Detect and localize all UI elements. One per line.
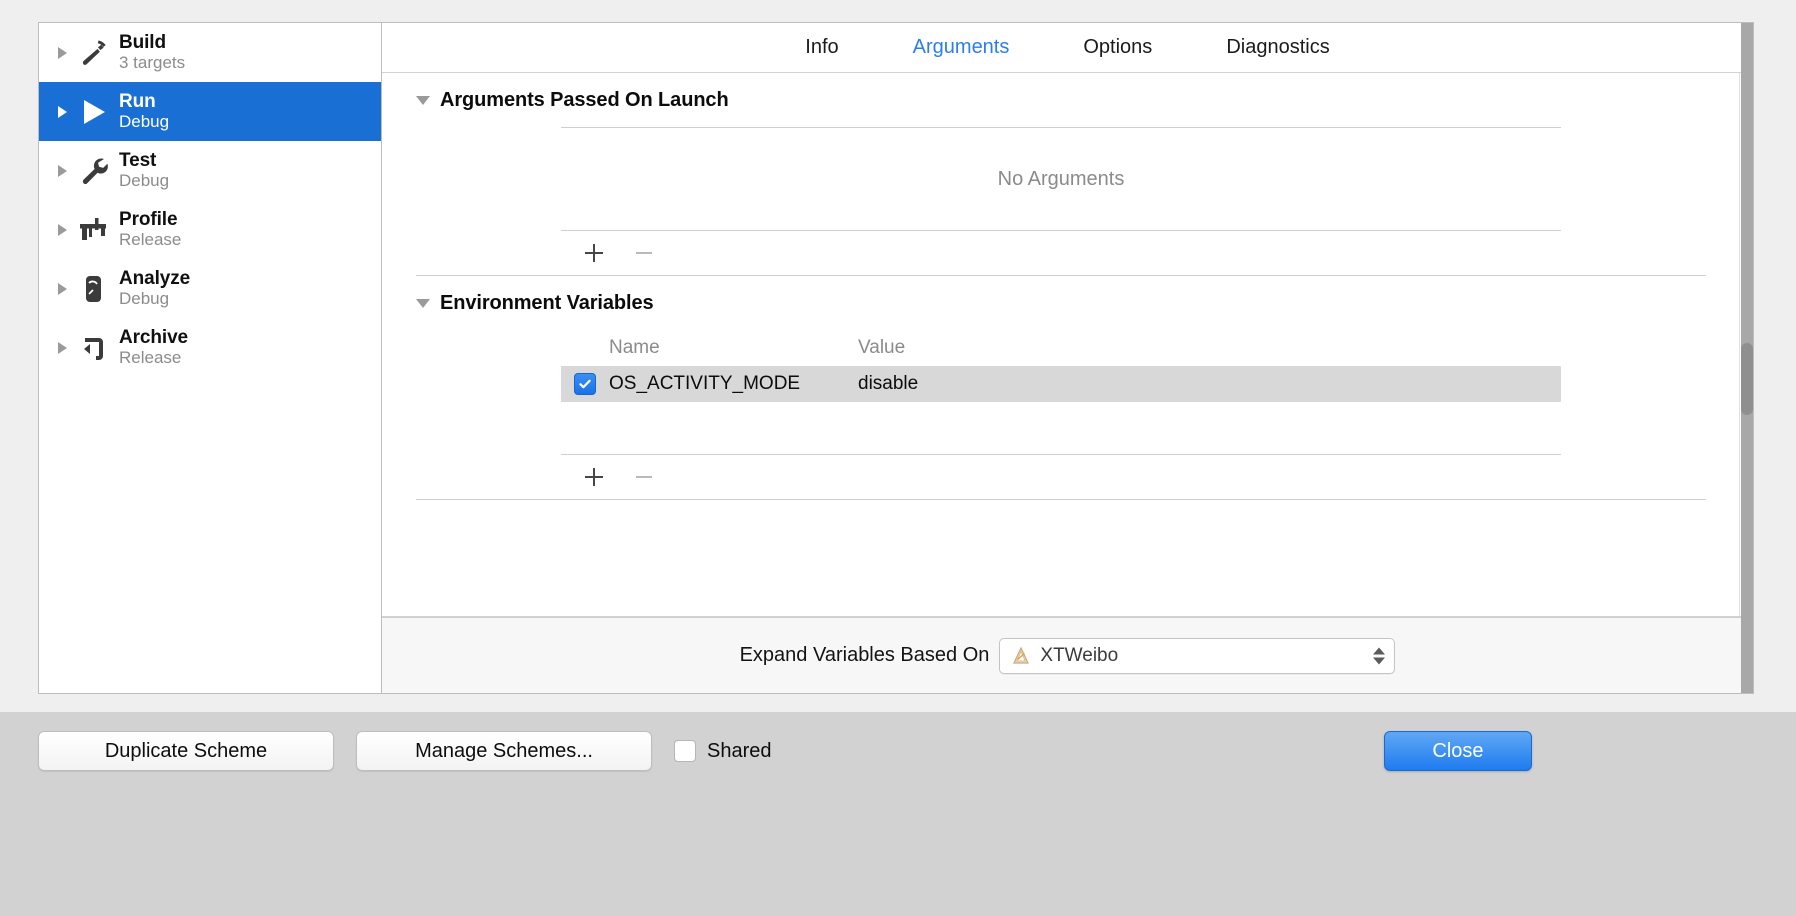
- sidebar-item-build-title: Build: [119, 32, 166, 53]
- table-row[interactable]: OS_ACTIVITY_MODE disable: [561, 366, 1561, 402]
- duplicate-scheme-button[interactable]: Duplicate Scheme: [38, 731, 334, 771]
- column-header-name: Name: [561, 337, 858, 359]
- environment-section-header[interactable]: Environment Variables: [416, 276, 1739, 330]
- environment-table-header: Name Value: [561, 330, 1561, 366]
- manage-schemes-button[interactable]: Manage Schemes...: [356, 731, 652, 771]
- sidebar-item-run-title: Run: [119, 91, 156, 112]
- caliper-icon: [73, 210, 113, 250]
- sidebar-item-analyze-subtitle: Debug: [119, 289, 169, 308]
- disclosure-triangle-icon[interactable]: [51, 47, 73, 59]
- tab-info[interactable]: Info: [801, 34, 842, 61]
- window-edge-chrome: [1741, 23, 1753, 694]
- tab-diagnostics[interactable]: Diagnostics: [1222, 34, 1333, 61]
- sidebar-item-test-title: Test: [119, 150, 156, 171]
- sidebar-item-analyze-title: Analyze: [119, 268, 190, 289]
- tab-options[interactable]: Options: [1079, 34, 1156, 61]
- env-enabled-checkbox[interactable]: [574, 373, 596, 395]
- environment-list[interactable]: OS_ACTIVITY_MODE disable: [561, 366, 1561, 499]
- chevron-updown-icon[interactable]: [1373, 647, 1385, 664]
- arguments-add-remove-bar[interactable]: [561, 231, 1561, 275]
- sidebar-item-profile-text: Profile Release: [119, 209, 181, 250]
- sidebar-item-run[interactable]: Run Debug: [39, 82, 381, 141]
- expand-variables-selected-target: XTWeibo: [1040, 645, 1118, 667]
- scheme-editor-panel: Build 3 targets Run Debug: [38, 22, 1754, 694]
- disclosure-triangle-icon[interactable]: [51, 283, 73, 295]
- add-environment-variable-button[interactable]: [581, 464, 607, 490]
- scheme-phase-sidebar[interactable]: Build 3 targets Run Debug: [39, 23, 382, 693]
- sidebar-item-profile-title: Profile: [119, 209, 177, 230]
- shared-checkbox-group[interactable]: Shared: [674, 731, 772, 771]
- dialog-footer-bar: Duplicate Scheme Manage Schemes... Share…: [0, 712, 1796, 916]
- shared-checkbox[interactable]: [674, 740, 696, 762]
- environment-add-remove-bar[interactable]: [561, 455, 1561, 499]
- remove-argument-button[interactable]: [631, 240, 657, 266]
- sidebar-item-archive-title: Archive: [119, 327, 188, 348]
- expand-variables-popup-button[interactable]: XTWeibo: [999, 638, 1395, 674]
- sidebar-item-run-subtitle: Debug: [119, 112, 169, 131]
- shared-label: Shared: [707, 740, 772, 763]
- arguments-empty-placeholder: No Arguments: [561, 128, 1561, 230]
- chevron-down-icon[interactable]: [416, 96, 430, 105]
- detail-tab-bar[interactable]: Info Arguments Options Diagnostics: [382, 23, 1753, 73]
- sidebar-item-archive-subtitle: Release: [119, 348, 181, 367]
- sidebar-item-archive[interactable]: Archive Release: [39, 318, 381, 377]
- arguments-section-title: Arguments Passed On Launch: [440, 89, 729, 112]
- remove-environment-variable-button[interactable]: [631, 464, 657, 490]
- sidebar-item-test-text: Test Debug: [119, 150, 169, 191]
- sidebar-item-profile[interactable]: Profile Release: [39, 200, 381, 259]
- column-header-value: Value: [858, 337, 905, 359]
- sidebar-item-run-text: Run Debug: [119, 91, 169, 132]
- sidebar-item-build-text: Build 3 targets: [119, 32, 185, 73]
- sidebar-item-archive-text: Archive Release: [119, 327, 188, 368]
- hammer-icon: [73, 33, 113, 73]
- disclosure-triangle-icon[interactable]: [51, 224, 73, 236]
- sidebar-item-test-subtitle: Debug: [119, 171, 169, 190]
- scheme-editor-sheet: Build 3 targets Run Debug: [0, 0, 1796, 916]
- sidebar-item-test[interactable]: Test Debug: [39, 141, 381, 200]
- window-edge-scroll-thumb[interactable]: [1741, 343, 1753, 415]
- env-enabled-checkbox-cell[interactable]: [561, 373, 609, 395]
- sidebar-item-profile-subtitle: Release: [119, 230, 181, 249]
- arguments-list[interactable]: No Arguments: [561, 127, 1561, 275]
- play-icon: [73, 92, 113, 132]
- close-button[interactable]: Close: [1384, 731, 1532, 771]
- archive-icon: [73, 328, 113, 368]
- arguments-scroll-area: Arguments Passed On Launch No Arguments: [382, 73, 1753, 617]
- tab-arguments[interactable]: Arguments: [909, 34, 1014, 61]
- scheme-detail-pane: Info Arguments Options Diagnostics Argum…: [382, 23, 1753, 693]
- env-variable-name[interactable]: OS_ACTIVITY_MODE: [609, 373, 858, 395]
- env-list-empty-space: [561, 402, 1561, 454]
- wrench-icon: [73, 151, 113, 191]
- env-variable-value[interactable]: disable: [858, 373, 918, 395]
- add-argument-button[interactable]: [581, 240, 607, 266]
- sidebar-item-analyze[interactable]: Analyze Debug: [39, 259, 381, 318]
- environment-variables-section: Environment Variables Name Value: [382, 276, 1739, 499]
- sidebar-item-build-subtitle: 3 targets: [119, 53, 185, 72]
- sidebar-item-build[interactable]: Build 3 targets: [39, 23, 381, 82]
- expand-variables-bar: Expand Variables Based On XTWeibo: [382, 617, 1753, 693]
- chevron-down-icon[interactable]: [416, 299, 430, 308]
- disclosure-triangle-icon[interactable]: [51, 165, 73, 177]
- sidebar-item-analyze-text: Analyze Debug: [119, 268, 190, 309]
- environment-section-title: Environment Variables: [440, 292, 654, 315]
- arguments-section-header[interactable]: Arguments Passed On Launch: [416, 73, 1739, 127]
- arguments-passed-on-launch-section: Arguments Passed On Launch No Arguments: [382, 73, 1739, 275]
- expand-variables-label: Expand Variables Based On: [740, 644, 990, 667]
- disclosure-triangle-icon[interactable]: [51, 106, 73, 118]
- target-icon: [1010, 645, 1036, 667]
- section-separator-bottom: [416, 499, 1706, 500]
- analyze-icon: [73, 269, 113, 309]
- disclosure-triangle-icon[interactable]: [51, 342, 73, 354]
